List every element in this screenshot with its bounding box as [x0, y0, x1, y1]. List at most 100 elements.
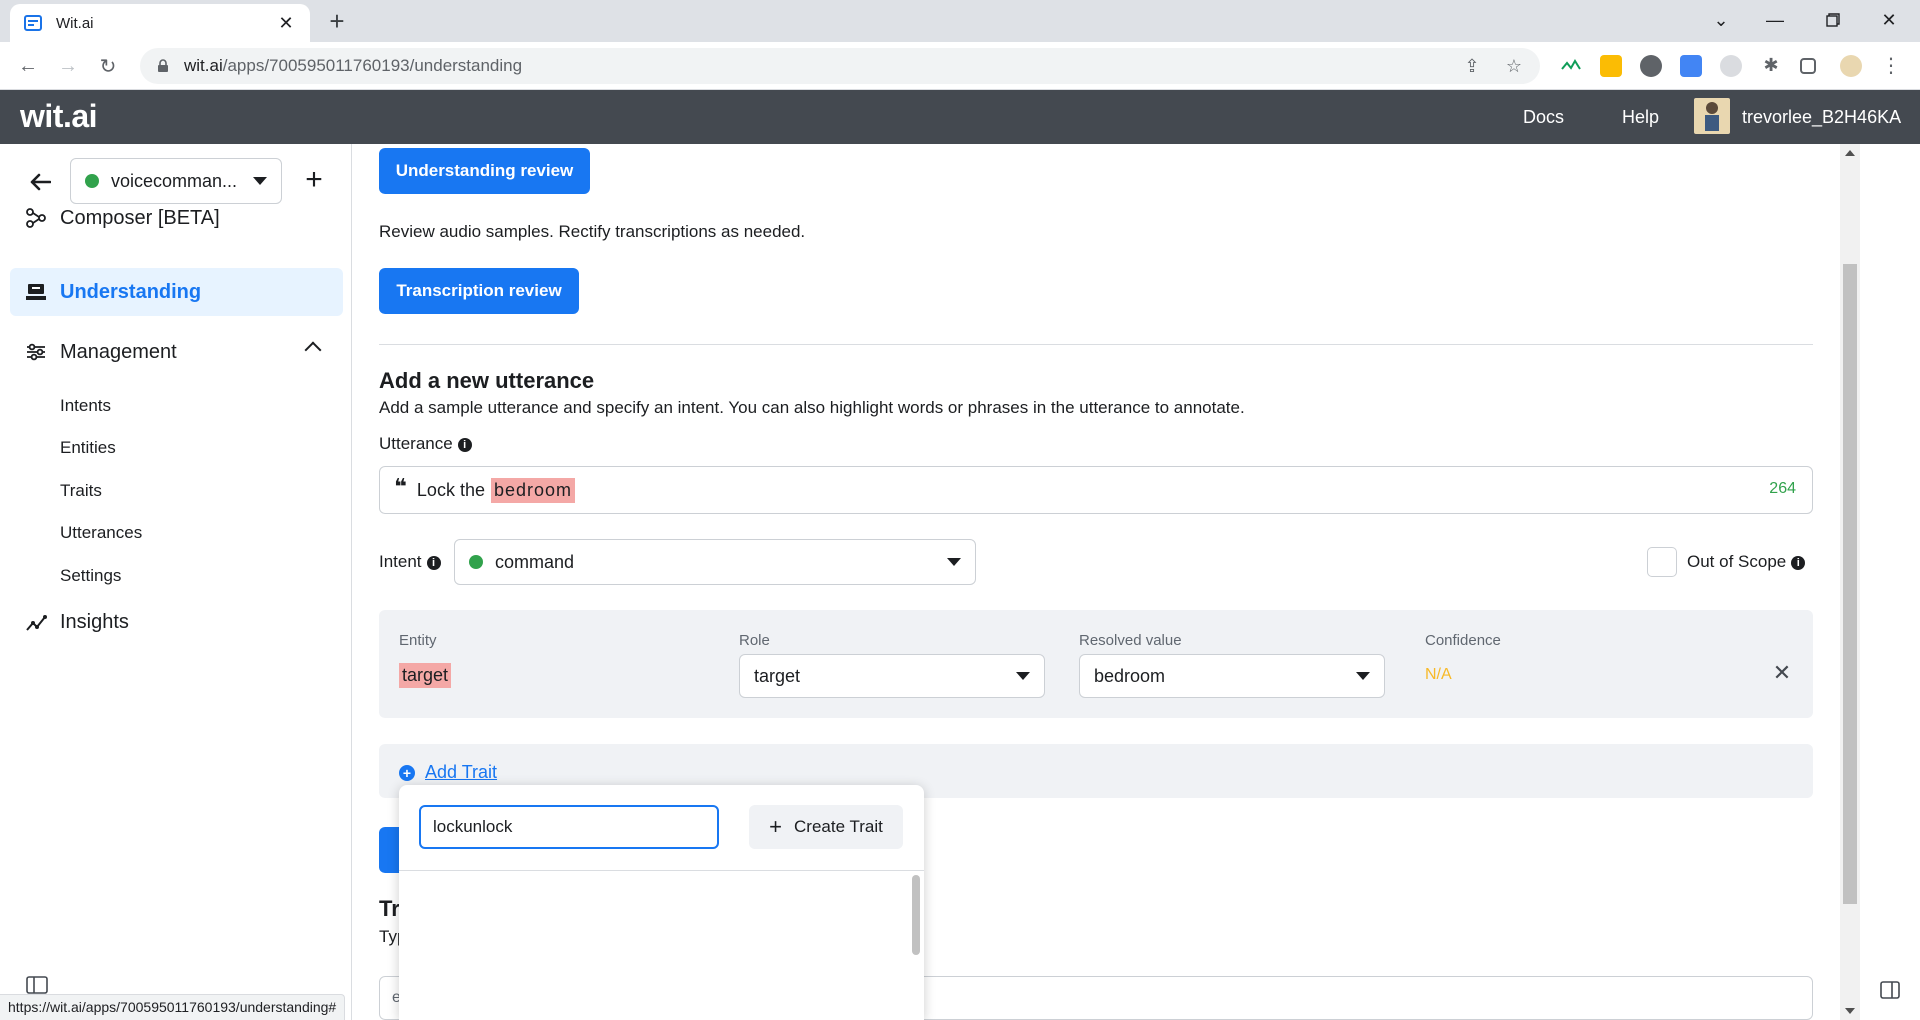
profile-avatar-icon[interactable]	[1840, 55, 1862, 77]
info-icon[interactable]: i	[426, 555, 441, 570]
page-scrollbar[interactable]	[1840, 144, 1860, 1020]
confidence-column-label: Confidence	[1425, 632, 1501, 649]
info-icon[interactable]: i	[457, 437, 472, 452]
docs-link[interactable]: Docs	[1523, 107, 1564, 128]
utterance-entity-highlight[interactable]: bedroom	[490, 477, 576, 503]
browser-tab[interactable]: Wit.ai ✕	[10, 4, 310, 42]
entity-tag[interactable]: target	[399, 663, 452, 688]
dropdown-scrollbar[interactable]	[912, 875, 920, 955]
tab-title: Wit.ai	[56, 14, 94, 32]
sidebar-sub-settings[interactable]: Settings	[60, 566, 121, 586]
extension-translate-icon[interactable]	[1680, 55, 1702, 77]
scrollbar-thumb[interactable]	[1843, 264, 1857, 904]
help-link[interactable]: Help	[1622, 107, 1659, 128]
chevron-up-icon	[304, 341, 322, 359]
wit-logo[interactable]: wit.ai	[20, 98, 98, 135]
management-sliders-icon	[24, 340, 48, 364]
add-app-button[interactable]: +	[298, 164, 330, 196]
tab-close-icon[interactable]: ✕	[276, 13, 296, 34]
trait-search-input[interactable]	[419, 805, 719, 849]
sidebar-item-management[interactable]: Management	[10, 328, 343, 376]
extensions-puzzle-icon[interactable]: ✱	[1760, 55, 1782, 77]
intent-value: command	[495, 551, 575, 572]
minimize-button[interactable]: —	[1748, 0, 1802, 40]
insights-chart-icon	[24, 610, 48, 634]
understanding-review-button[interactable]: Understanding review	[379, 148, 590, 194]
back-icon[interactable]: ←	[12, 50, 44, 82]
sidebar-item-composer[interactable]: Composer [BETA]	[10, 194, 343, 242]
utterance-label-text: Utterance	[379, 434, 453, 453]
address-bar: ← → ↻ wit.ai/apps/700595011760193/unders…	[0, 42, 1920, 90]
confidence-value: N/A	[1425, 666, 1452, 683]
status-url: https://wit.ai/apps/700595011760193/unde…	[0, 994, 346, 1020]
browser-menu-icon[interactable]: ⋮	[1880, 55, 1902, 77]
role-select[interactable]: target	[739, 654, 1045, 698]
add-utterance-title: Add a new utterance	[379, 368, 595, 393]
share-icon[interactable]: ⇪	[1462, 56, 1482, 76]
resolved-value-select[interactable]: bedroom	[1079, 654, 1385, 698]
extension-mask-icon[interactable]	[1640, 55, 1662, 77]
tab-search-icon[interactable]: ⌄	[1694, 0, 1748, 40]
close-window-button[interactable]: ✕	[1862, 0, 1916, 40]
extension-g-icon[interactable]	[1720, 55, 1742, 77]
collapse-sidebar-icon[interactable]	[26, 976, 48, 994]
forward-icon[interactable]: →	[52, 50, 84, 82]
info-icon[interactable]: i	[1791, 555, 1806, 570]
dropdown-divider	[399, 870, 924, 871]
url-path: /apps/700595011760193/understanding	[222, 56, 523, 75]
create-trait-label: Create Trait	[794, 817, 883, 836]
avatar-figure-icon	[1705, 102, 1719, 131]
sidebar-item-insights[interactable]: Insights	[10, 598, 343, 646]
sidebar-item-label: Composer [BETA]	[60, 206, 220, 229]
scroll-down-icon[interactable]	[1845, 1008, 1855, 1014]
add-trait-link[interactable]: + Add Trait	[399, 762, 497, 783]
new-tab-button[interactable]: +	[322, 6, 352, 36]
url-omnibox[interactable]: wit.ai/apps/700595011760193/understandin…	[140, 48, 1540, 84]
understanding-icon	[24, 280, 48, 304]
restore-button[interactable]	[1806, 0, 1860, 40]
sidebar: voicecomman... + Composer [BETA] Underst…	[0, 144, 352, 1020]
wit-favicon-icon	[24, 15, 42, 31]
side-panel-icon[interactable]	[1800, 58, 1816, 74]
sidebar-sub-traits[interactable]: Traits	[60, 481, 102, 501]
scroll-up-icon[interactable]	[1845, 150, 1855, 156]
entity-panel: Entity Role Resolved value Confidence ta…	[379, 610, 1813, 718]
review-description: Review audio samples. Rectify transcript…	[379, 222, 806, 241]
sidebar-sub-utterances[interactable]: Utterances	[60, 523, 142, 543]
out-of-scope-text: Out of Scope	[1687, 552, 1787, 571]
extension-wave-icon[interactable]	[1560, 55, 1582, 77]
entity-column-label: Entity	[399, 632, 437, 649]
username[interactable]: trevorlee_B2H46KA	[1742, 107, 1901, 128]
extension-yellow-icon[interactable]	[1600, 55, 1622, 77]
reload-icon[interactable]: ↻	[92, 50, 124, 82]
status-dot-icon	[85, 174, 99, 188]
app-header: wit.ai Docs Help trevorlee_B2H46KA	[0, 90, 1920, 144]
utterance-text[interactable]: Lock the	[417, 480, 485, 501]
sidebar-item-label: Management	[60, 340, 177, 363]
role-column-label: Role	[739, 632, 770, 649]
restore-icon	[1826, 13, 1840, 27]
utterance-label: Utterance i	[379, 434, 472, 454]
transcription-review-button[interactable]: Transcription review	[379, 268, 579, 314]
add-utterance-description: Add a sample utterance and specify an in…	[379, 398, 1245, 417]
caret-down-icon	[1016, 672, 1030, 680]
sidebar-sub-entities[interactable]: Entities	[60, 438, 116, 458]
bookmark-star-icon[interactable]: ☆	[1504, 56, 1524, 76]
resolved-value: bedroom	[1094, 665, 1166, 686]
caret-down-icon	[947, 558, 961, 566]
utterance-input[interactable]: ❝ Lock the bedroom 264	[379, 466, 1813, 514]
create-trait-button[interactable]: + Create Trait	[749, 805, 903, 849]
close-icon[interactable]: ✕	[1771, 662, 1793, 684]
out-of-scope-label: Out of Scope i	[1687, 552, 1806, 572]
user-avatar[interactable]	[1694, 98, 1730, 134]
lock-icon	[158, 59, 168, 72]
out-of-scope-checkbox[interactable]	[1647, 547, 1677, 577]
section-divider	[379, 344, 1813, 345]
sidebar-item-understanding[interactable]: Understanding	[10, 268, 343, 316]
sidebar-sub-intents[interactable]: Intents	[60, 396, 111, 416]
quote-icon: ❝	[394, 474, 407, 499]
side-panel-toggle-icon[interactable]	[1880, 980, 1900, 1000]
url-host: wit.ai	[184, 56, 223, 75]
intent-select[interactable]: command	[454, 539, 976, 585]
composer-icon	[24, 206, 48, 230]
